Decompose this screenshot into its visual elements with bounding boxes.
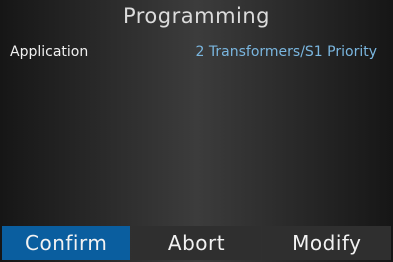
screen-title: Programming xyxy=(122,4,271,28)
parameter-row-application[interactable]: Application 2 Transformers/S1 Priority xyxy=(0,42,393,66)
parameter-value: 2 Transformers/S1 Priority xyxy=(195,44,377,60)
parameter-label: Application xyxy=(10,44,89,60)
confirm-button[interactable]: Confirm xyxy=(2,226,131,260)
modify-button[interactable]: Modify xyxy=(262,226,391,260)
programming-screen: Programming Application 2 Transformers/S… xyxy=(0,0,393,262)
softkey-bar: Confirm Abort Modify xyxy=(2,226,391,260)
abort-button[interactable]: Abort xyxy=(132,226,261,260)
